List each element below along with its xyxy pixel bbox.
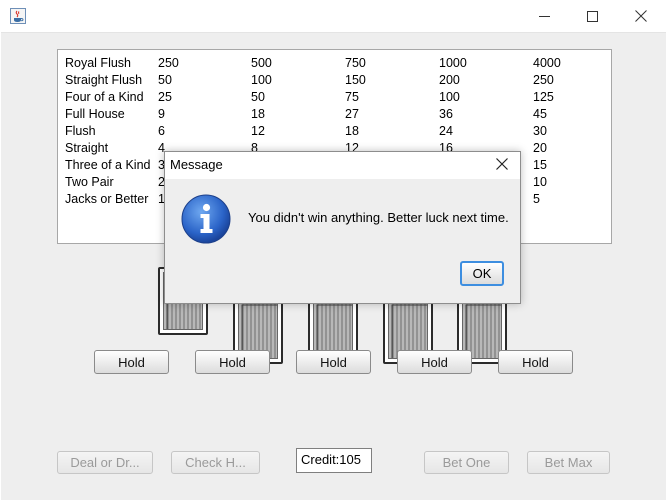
payout-4: 36	[439, 107, 453, 121]
hold-button-1[interactable]: Hold	[94, 350, 169, 374]
hand-name: Flush	[65, 124, 96, 138]
payout-2: 50	[251, 90, 265, 104]
hand-name: Three of a Kind	[65, 158, 151, 172]
hand-name: Straight	[65, 141, 109, 155]
dialog-message: You didn't win anything. Better luck nex…	[248, 210, 509, 225]
payout-4: 100	[439, 90, 460, 104]
payout-5: 125	[533, 90, 554, 104]
payout-1: 50	[158, 73, 172, 87]
hold-button-5[interactable]: Hold	[498, 350, 573, 374]
dialog-titlebar: Message	[165, 152, 520, 179]
dialog-title: Message	[170, 157, 223, 172]
payout-5: 10	[533, 175, 547, 189]
payout-4: 24	[439, 124, 453, 138]
hand-name: Full House	[65, 107, 125, 121]
close-icon	[635, 10, 647, 22]
payout-4: 200	[439, 73, 460, 87]
hand-name: Four of a Kind	[65, 90, 144, 104]
close-button[interactable]	[618, 0, 664, 32]
payout-1: 250	[158, 56, 179, 70]
payout-5: 250	[533, 73, 554, 87]
message-dialog: Message You didn't win anything. Better …	[164, 151, 521, 304]
payout-5: 45	[533, 107, 547, 121]
check-hand-button[interactable]: Check H...	[171, 451, 260, 474]
deal-or-draw-button[interactable]: Deal or Dr...	[57, 451, 153, 474]
payout-3: 75	[345, 90, 359, 104]
information-icon	[181, 194, 231, 244]
bet-one-button[interactable]: Bet One	[424, 451, 509, 474]
credit-display: Credit:105	[296, 448, 372, 473]
payout-5: 5	[533, 192, 540, 206]
payout-3: 27	[345, 107, 359, 121]
dialog-close-button[interactable]	[490, 155, 514, 175]
bet-max-button[interactable]: Bet Max	[527, 451, 610, 474]
ok-button[interactable]: OK	[460, 261, 504, 286]
hand-name: Two Pair	[65, 175, 114, 189]
maximize-icon	[586, 10, 598, 22]
minimize-button[interactable]	[521, 0, 567, 32]
java-cup-icon	[10, 8, 26, 24]
window-content: Royal Flush 250 500 750 1000 4000 Straig…	[1, 32, 666, 500]
payout-3: 18	[345, 124, 359, 138]
payout-5: 15	[533, 158, 547, 172]
payout-2: 12	[251, 124, 265, 138]
payout-5: 4000	[533, 56, 561, 70]
hold-button-4[interactable]: Hold	[397, 350, 472, 374]
hand-name: Straight Flush	[65, 73, 143, 87]
payout-1: 25	[158, 90, 172, 104]
hand-name: Royal Flush	[65, 56, 131, 70]
payout-3: 150	[345, 73, 366, 87]
hold-button-3[interactable]: Hold	[296, 350, 371, 374]
hold-button-2[interactable]: Hold	[195, 350, 270, 374]
payout-1: 6	[158, 124, 165, 138]
payout-2: 100	[251, 73, 272, 87]
payout-5: 30	[533, 124, 547, 138]
close-icon	[496, 157, 508, 173]
payout-2: 18	[251, 107, 265, 121]
window-titlebar	[0, 0, 667, 32]
payout-2: 500	[251, 56, 272, 70]
hand-name: Jacks or Better	[65, 192, 149, 206]
payout-3: 750	[345, 56, 366, 70]
payout-5: 20	[533, 141, 547, 155]
payout-4: 1000	[439, 56, 467, 70]
maximize-button[interactable]	[569, 0, 615, 32]
payout-1: 9	[158, 107, 165, 121]
minimize-icon	[538, 11, 550, 22]
